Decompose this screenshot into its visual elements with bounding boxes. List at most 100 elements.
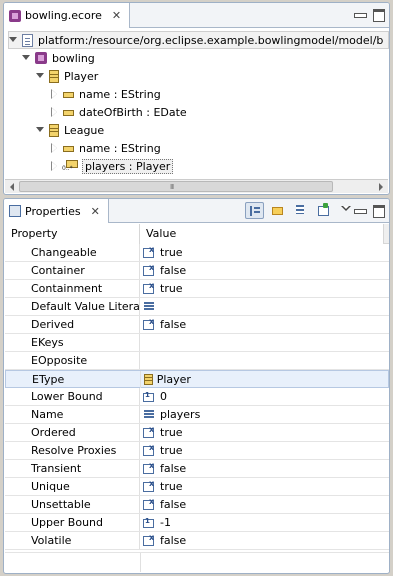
property-value-cell[interactable]: true: [140, 244, 388, 261]
tree-item-class[interactable]: League: [36, 121, 104, 139]
vertical-scrollbar-stub: [384, 224, 389, 243]
property-row[interactable]: Containment true: [5, 280, 389, 298]
restore-default-icon[interactable]: [314, 202, 333, 219]
tree-item-label: League: [64, 123, 105, 137]
property-row[interactable]: Resolve Proxies true: [5, 442, 389, 460]
filter-icon[interactable]: [291, 202, 310, 219]
property-value: false: [160, 462, 187, 475]
property-row[interactable]: Name players: [5, 406, 389, 424]
property-row[interactable]: EType Player: [5, 370, 389, 388]
property-name: Default Value Literal: [5, 298, 140, 315]
minimize-icon[interactable]: [353, 204, 367, 216]
scrollbar-thumb[interactable]: III: [19, 181, 333, 192]
ecore-editor-view: bowling.ecore ✕ platform:/resource/org.e…: [3, 2, 390, 195]
property-value-cell[interactable]: true: [140, 424, 388, 441]
tab-properties[interactable]: Properties ✕: [4, 199, 109, 223]
collapsed-arrow-icon[interactable]: [50, 143, 58, 153]
property-row[interactable]: Lower Bound 0: [5, 388, 389, 406]
boolean-value-icon: [143, 317, 156, 330]
maximize-icon[interactable]: [372, 204, 385, 218]
property-row[interactable]: Transient false: [5, 460, 389, 478]
column-header-value[interactable]: Value: [140, 224, 384, 244]
property-value-cell[interactable]: true: [140, 280, 388, 297]
property-name: Lower Bound: [5, 388, 140, 405]
editor-tab-bar: bowling.ecore ✕: [4, 3, 389, 28]
tree-item-attribute[interactable]: dateOfBirth : EDate: [50, 103, 187, 121]
properties-toolbar: [245, 202, 333, 219]
horizontal-scrollbar[interactable]: III: [5, 179, 388, 193]
property-value-cell[interactable]: [140, 334, 388, 351]
property-value-cell[interactable]: false: [140, 460, 388, 477]
tree-item-reference[interactable]: players : Player: [50, 157, 174, 175]
property-row[interactable]: Changeable true: [5, 244, 389, 262]
property-value-cell[interactable]: false: [140, 496, 388, 513]
property-value-cell[interactable]: false: [140, 316, 388, 333]
property-row[interactable]: EKeys: [5, 334, 389, 352]
view-menu-icon[interactable]: [341, 206, 351, 211]
property-value-cell[interactable]: 0: [140, 388, 388, 405]
property-row[interactable]: Unsettable false: [5, 496, 389, 514]
property-row[interactable]: Upper Bound -1: [5, 514, 389, 532]
column-divider: [140, 553, 141, 572]
property-row[interactable]: Default Value Literal: [5, 298, 389, 316]
property-row[interactable]: Ordered true: [5, 424, 389, 442]
expanded-arrow-icon[interactable]: [36, 126, 44, 134]
boolean-value-icon: [143, 425, 156, 438]
tree-item-attribute[interactable]: name : EString: [50, 139, 161, 157]
attribute-icon: [63, 91, 74, 98]
tree-item-label: Player: [64, 69, 99, 83]
model-tree: platform:/resource/org.eclipse.example.b…: [4, 29, 389, 179]
show-advanced-icon[interactable]: [268, 202, 287, 219]
tree-item-label: bowling: [52, 51, 95, 65]
tree-item-label: platform:/resource/org.eclipse.example.b…: [38, 33, 384, 47]
properties-view: Properties ✕ Property Value Changeable tr…: [3, 198, 390, 574]
property-row[interactable]: Derived false: [5, 316, 389, 334]
property-value: false: [160, 534, 187, 547]
property-name: Unsettable: [5, 496, 140, 513]
tree-item-resource[interactable]: platform:/resource/org.eclipse.example.b…: [8, 31, 389, 49]
property-value-cell[interactable]: true: [140, 478, 388, 495]
close-icon[interactable]: ✕: [91, 205, 100, 218]
property-row[interactable]: Unique true: [5, 478, 389, 496]
property-value: true: [160, 246, 183, 259]
property-value-cell[interactable]: true: [140, 442, 388, 459]
property-name: Container: [5, 262, 140, 279]
tree-item-package[interactable]: bowling: [22, 49, 95, 67]
integer-value-icon: [143, 391, 156, 402]
property-value-cell[interactable]: false: [140, 262, 388, 279]
scroll-right-icon[interactable]: [375, 182, 385, 192]
expanded-arrow-icon[interactable]: [9, 36, 17, 44]
maximize-icon[interactable]: [372, 8, 385, 22]
close-icon[interactable]: ✕: [112, 9, 121, 22]
expanded-arrow-icon[interactable]: [36, 72, 44, 80]
collapsed-arrow-icon[interactable]: [50, 161, 58, 171]
collapsed-arrow-icon[interactable]: [50, 107, 58, 117]
tree-item-attribute[interactable]: name : EString: [50, 85, 161, 103]
property-value-cell[interactable]: [140, 352, 388, 369]
property-name: Name: [5, 406, 140, 423]
column-header-property[interactable]: Property: [5, 224, 140, 244]
boolean-value-icon: [143, 497, 156, 510]
property-value-cell[interactable]: [140, 298, 388, 315]
properties-icon: [9, 205, 21, 217]
tab-bowling-ecore[interactable]: bowling.ecore ✕: [4, 3, 131, 28]
editor-tab-label: bowling.ecore: [25, 9, 102, 22]
expanded-arrow-icon[interactable]: [22, 54, 30, 62]
property-row[interactable]: EOpposite: [5, 352, 389, 370]
scroll-left-icon[interactable]: [8, 182, 18, 192]
property-value-cell[interactable]: players: [140, 406, 388, 423]
collapsed-arrow-icon[interactable]: [50, 89, 58, 99]
property-name: Containment: [5, 280, 140, 297]
property-value-cell[interactable]: false: [140, 532, 388, 549]
boolean-value-icon: [143, 281, 156, 294]
minimize-icon[interactable]: [353, 8, 367, 20]
property-row[interactable]: Container false: [5, 262, 389, 280]
show-categories-icon[interactable]: [245, 202, 264, 219]
property-value-cell[interactable]: -1: [140, 514, 388, 531]
attribute-icon: [63, 109, 74, 116]
property-value-cell[interactable]: Player: [141, 371, 388, 388]
tree-item-class[interactable]: Player: [36, 67, 98, 85]
property-value: -1: [160, 516, 171, 529]
property-row[interactable]: Volatile false: [5, 532, 389, 550]
editor-window-controls: [353, 8, 385, 22]
